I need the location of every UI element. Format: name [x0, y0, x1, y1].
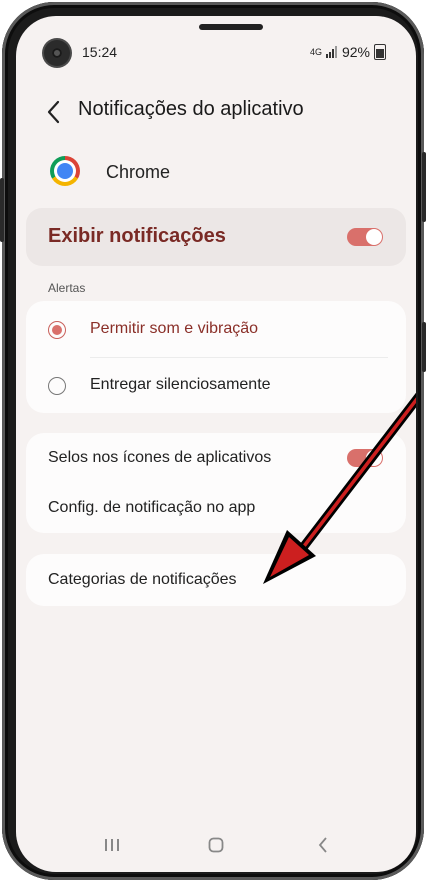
power-button — [422, 152, 426, 222]
navigation-bar — [16, 820, 416, 872]
recent-apps-icon[interactable] — [104, 838, 120, 852]
back-nav-icon[interactable] — [318, 837, 328, 853]
volume-button — [0, 178, 4, 242]
phone-frame: 15:24 4G 92% Notificações do aplicativo … — [0, 2, 426, 880]
screen: 15:24 4G 92% Notificações do aplicativo … — [16, 16, 416, 872]
annotation-arrow — [263, 392, 416, 584]
bixby-button — [422, 322, 426, 372]
home-icon[interactable] — [208, 837, 224, 853]
